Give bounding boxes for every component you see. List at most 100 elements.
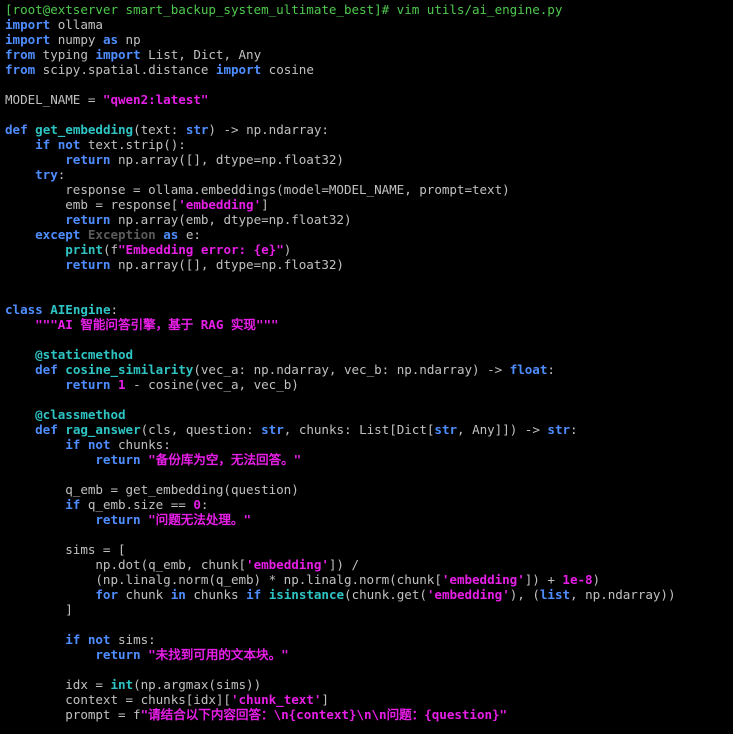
function-name: get_embedding xyxy=(35,122,134,137)
string-literal: 问题： xyxy=(386,707,425,722)
code-text: ] xyxy=(321,692,329,707)
code-text: text.strip(): xyxy=(80,137,186,152)
code-line: sims = [ xyxy=(5,542,125,557)
code-text: np.array([], dtype=np.float32) xyxy=(110,152,344,167)
keyword: try xyxy=(35,167,58,182)
code-line: try: xyxy=(5,167,65,182)
code-line: for chunk in chunks if isinstance(chunk.… xyxy=(5,587,675,602)
code-text: (text: xyxy=(133,122,186,137)
code-line: ] xyxy=(5,602,73,617)
code-text: np.array([], dtype=np.float32) xyxy=(110,257,344,272)
code-text: typing xyxy=(35,47,96,62)
string-literal: 'embedding' xyxy=(178,197,262,212)
code-text: response = ollama.embeddings(model=MODEL… xyxy=(5,182,510,197)
keyword: as xyxy=(163,227,179,242)
builtin-type: int xyxy=(110,677,134,692)
code-text: ]) / xyxy=(328,557,360,572)
code-line-import-ollama: import ollama xyxy=(5,17,103,32)
string-literal: "问题无法处理。" xyxy=(148,512,252,527)
string-literal: {question} xyxy=(424,707,500,722)
string-literal: {context} xyxy=(288,707,357,722)
code-text: q_emb.size == xyxy=(80,497,194,512)
keyword: return xyxy=(65,212,111,227)
code-text: ) -> np.ndarray: xyxy=(208,122,329,137)
code-line: return "备份库为空，无法回答。" xyxy=(5,452,301,467)
decorator: @classmethod xyxy=(35,407,126,422)
code-text: List, Dict, Any xyxy=(140,47,262,62)
code-text: prompt = f xyxy=(5,707,141,722)
code-line: context = chunks[idx]['chunk_text'] xyxy=(5,692,329,707)
keyword: from xyxy=(5,62,36,77)
code-line: return 1 - cosine(vec_a, vec_b) xyxy=(5,377,299,392)
builtin-type: str xyxy=(261,422,284,437)
code-text: chunks: xyxy=(110,437,171,452)
keyword: in xyxy=(170,587,186,602)
terminal-window[interactable]: _____ _ _ [root@extserver smart_backup_s… xyxy=(0,0,733,734)
code-line: if not sims: xyxy=(5,632,156,647)
code-line: print(f"Embedding error: {e}") xyxy=(5,242,291,257)
keyword: return xyxy=(65,152,111,167)
code-line-import-numpy: import numpy as np xyxy=(5,32,141,47)
keyword: return xyxy=(95,512,141,527)
code-text: : xyxy=(57,167,66,182)
number-literal: 1e-8 xyxy=(562,572,593,587)
code-line-import-scipy: from scipy.spatial.distance import cosin… xyxy=(5,62,314,77)
keyword: def xyxy=(35,362,58,377)
code-text: sims: xyxy=(110,632,156,647)
string-literal: 'chunk_text' xyxy=(230,692,322,707)
code-text: : xyxy=(570,422,578,437)
code-text: , Any]]) -> xyxy=(457,422,548,437)
scrolled-previous-line: _____ _ _ xyxy=(5,0,70,1)
code-line: return "未找到可用的文本块。" xyxy=(5,647,288,662)
code-line: idx = int(np.argmax(sims)) xyxy=(5,677,261,692)
number-literal: 1 xyxy=(118,377,126,392)
code-text: (vec_a: np.ndarray, vec_b: np.ndarray) -… xyxy=(193,362,510,377)
code-line: @classmethod xyxy=(5,407,126,422)
code-text: MODEL_NAME = xyxy=(5,92,103,107)
keyword: def xyxy=(5,122,28,137)
keyword: if not xyxy=(65,437,111,452)
code-line: return np.array(emb, dtype=np.float32) xyxy=(5,212,351,227)
function-name: rag_answer xyxy=(65,422,141,437)
exception-name: Exception xyxy=(87,227,156,242)
code-line: return "问题无法处理。" xyxy=(5,512,251,527)
code-text: (np.argmax(sims)) xyxy=(133,677,262,692)
escape-sequence: \n xyxy=(273,707,289,722)
code-text: context = chunks[idx][ xyxy=(5,692,231,707)
code-line: except Exception as e: xyxy=(5,227,201,242)
code-text: : xyxy=(547,362,555,377)
keyword: from xyxy=(5,47,36,62)
number-literal: 0 xyxy=(193,497,201,512)
code-line: return np.array([], dtype=np.float32) xyxy=(5,152,344,167)
code-text: ) xyxy=(283,242,292,257)
builtin-function: isinstance xyxy=(268,587,345,602)
keyword: if xyxy=(246,587,262,602)
code-text: q_emb = get_embedding(question) xyxy=(5,482,299,497)
string-literal: " xyxy=(499,707,508,722)
code-line: np.dot(q_emb, chunk['embedding']) / xyxy=(5,557,359,572)
keyword: return xyxy=(65,257,111,272)
code-line: response = ollama.embeddings(model=MODEL… xyxy=(5,182,510,197)
string-literal: "请结合以下内容回答： xyxy=(140,707,274,722)
code-text: ] xyxy=(261,197,269,212)
string-literal: "Embedding error: {e}" xyxy=(118,242,284,257)
function-name: cosine_similarity xyxy=(65,362,194,377)
keyword: class xyxy=(5,302,43,317)
code-line: if not chunks: xyxy=(5,437,171,452)
string-literal: 'embedding' xyxy=(426,587,510,602)
code-text: : xyxy=(110,302,119,317)
code-text: idx = xyxy=(5,677,111,692)
builtin-type: str xyxy=(434,422,458,437)
